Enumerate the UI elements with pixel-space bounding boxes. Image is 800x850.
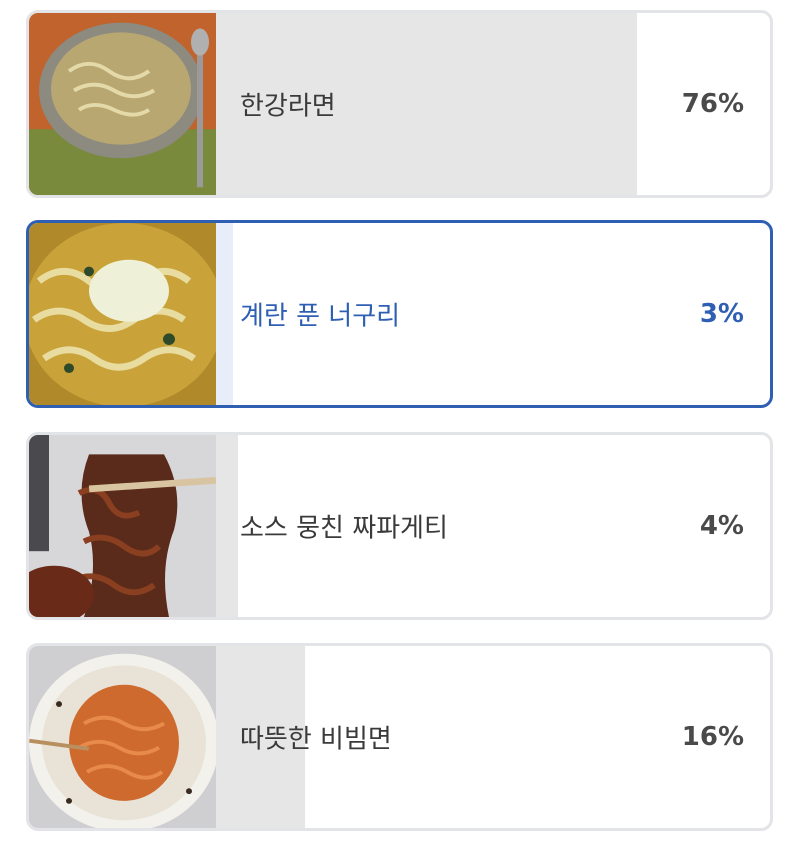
poll-option-sauce-chapagetti[interactable]: 소스 뭉친 짜파게티 4%: [26, 432, 773, 620]
poll-option-warm-bibimmyeon[interactable]: 따뜻한 비빔면 16%: [26, 643, 773, 831]
egg-noodle-photo: [29, 223, 216, 405]
option-label: 따뜻한 비빔면: [240, 724, 392, 755]
vote-percentage: 76%: [681, 89, 744, 119]
spicy-noodle-bowl-photo: [29, 646, 216, 828]
poll-option-hangang-ramen[interactable]: 한강라면 76%: [26, 10, 773, 198]
ramen-bowl-photo: [29, 13, 216, 195]
option-label: 한강라면: [240, 91, 336, 122]
vote-percentage: 3%: [699, 299, 744, 329]
vote-percentage: 16%: [681, 722, 744, 752]
option-label: 소스 뭉친 짜파게티: [240, 513, 448, 544]
black-bean-noodle-photo: [29, 435, 216, 617]
vote-percentage: 4%: [699, 511, 744, 541]
option-label: 계란 푼 너구리: [240, 301, 401, 332]
vote-share-bar: [216, 435, 239, 617]
vote-share-bar: [216, 223, 233, 405]
poll-option-egg-neoguri[interactable]: 계란 푼 너구리 3%: [26, 220, 773, 408]
